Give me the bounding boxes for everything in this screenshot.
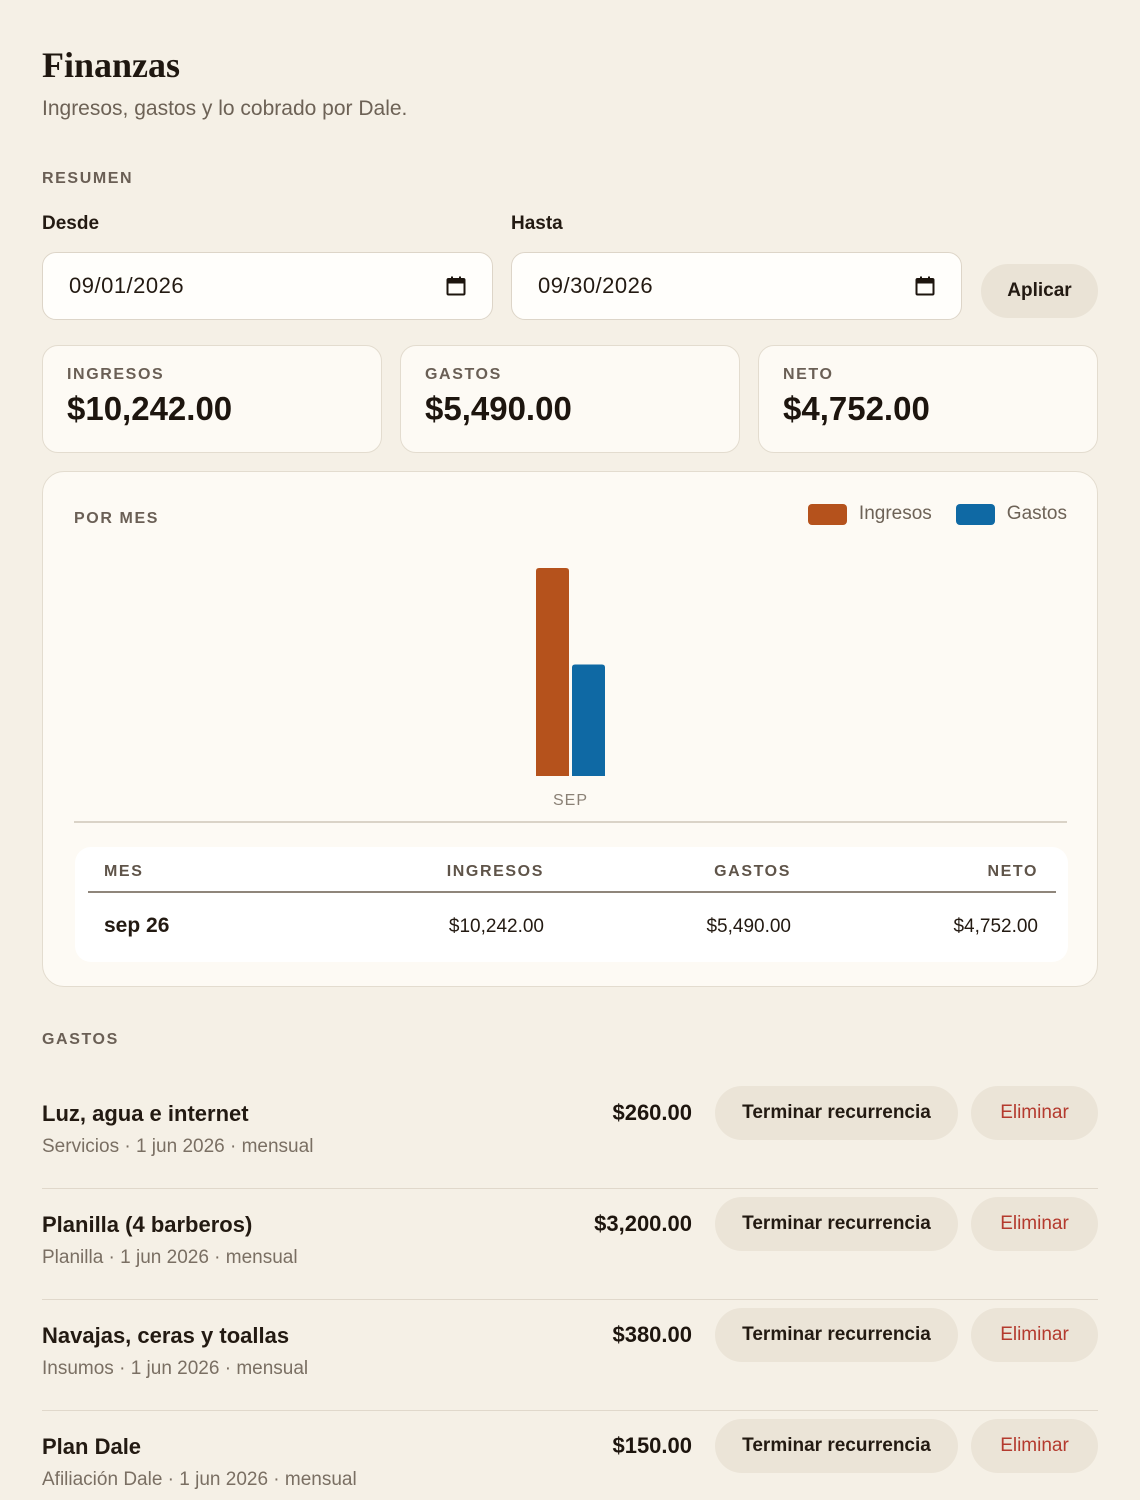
summary-section-label: RESUMEN: [42, 170, 134, 187]
expense-name: Planilla (4 barberos): [42, 1212, 253, 1237]
table-cell-month: sep 26: [104, 914, 170, 937]
net-card: NETO $4,752.00: [758, 345, 1098, 453]
chart-title: POR MES: [74, 510, 159, 527]
expense-amount: $3,200.00: [594, 1211, 692, 1236]
legend-swatch-gastos: [955, 503, 995, 525]
end-recurrence-button[interactable]: Terminar recurrencia: [715, 1308, 958, 1362]
delete-expense-button[interactable]: Eliminar: [971, 1197, 1098, 1251]
expenses-card-value: $5,490.00: [425, 390, 572, 427]
legend-label-ingresos: Ingresos: [858, 503, 932, 524]
expenses-section-label: GASTOS: [42, 1031, 119, 1048]
delete-expense-button[interactable]: Eliminar: [971, 1419, 1098, 1473]
table-header-month: MES: [104, 863, 144, 880]
apply-button[interactable]: Aplicar: [981, 264, 1098, 318]
expense-name: Navajas, ceras y toallas: [42, 1323, 290, 1348]
monthly-table: MES INGRESOS GASTOS NETO sep 26 $10,242.…: [75, 847, 1068, 962]
net-card-value: $4,752.00: [783, 390, 930, 427]
table-cell-expenses: $5,490.00: [706, 916, 791, 937]
expense-row: Planilla (4 barberos) Planilla · 1 jun 2…: [42, 1189, 1098, 1300]
expense-meta: Insumos · 1 jun 2026 · mensual: [42, 1358, 309, 1379]
end-recurrence-button[interactable]: Terminar recurrencia: [715, 1197, 958, 1251]
page-title: Finanzas: [42, 45, 181, 85]
table-header-income: INGRESOS: [446, 863, 544, 880]
expense-meta: Planilla · 1 jun 2026 · mensual: [42, 1247, 298, 1268]
table-header-expenses: GASTOS: [714, 863, 791, 880]
bar-gastos-sep: [572, 664, 605, 776]
expense-amount: $260.00: [612, 1100, 692, 1125]
expense-name: Plan Dale: [42, 1434, 142, 1459]
to-date-input[interactable]: 09/30/2026: [511, 252, 962, 320]
end-recurrence-button[interactable]: Terminar recurrencia: [715, 1419, 958, 1473]
expense-row: Luz, agua e internet Servicios · 1 jun 2…: [42, 1078, 1098, 1189]
calendar-icon[interactable]: [915, 276, 935, 296]
expenses-card-label: GASTOS: [425, 366, 502, 383]
table-cell-net: $4,752.00: [953, 916, 1038, 937]
legend-item-gastos: Gastos: [955, 503, 1067, 525]
delete-expense-button[interactable]: Eliminar: [971, 1308, 1098, 1362]
calendar-icon[interactable]: [446, 276, 466, 296]
to-label: Hasta: [511, 213, 563, 234]
expenses-card: GASTOS $5,490.00: [400, 345, 740, 453]
expense-meta: Servicios · 1 jun 2026 · mensual: [42, 1136, 314, 1157]
to-date-value: 09/30/2026: [538, 273, 654, 298]
monthly-chart-card: SEP POR MES Ingresos Gastos MES INGRESOS…: [42, 471, 1098, 987]
legend-label-gastos: Gastos: [1006, 503, 1067, 524]
chart-legend: Ingresos Gastos: [784, 503, 1067, 525]
income-card-value: $10,242.00: [67, 390, 233, 427]
expense-amount: $150.00: [612, 1433, 692, 1458]
expense-amount: $380.00: [612, 1322, 692, 1347]
from-date-input[interactable]: 09/01/2026: [42, 252, 493, 320]
expense-row: Plan Dale Afiliación Dale · 1 jun 2026 ·…: [42, 1411, 1098, 1500]
page-subtitle: Ingresos, gastos y lo cobrado por Dale.: [42, 97, 408, 120]
income-card: INGRESOS $10,242.00: [42, 345, 382, 453]
income-card-label: INGRESOS: [67, 366, 165, 383]
table-cell-income: $10,242.00: [448, 916, 544, 937]
legend-swatch-ingresos: [807, 503, 847, 525]
expense-meta: Afiliación Dale · 1 jun 2026 · mensual: [42, 1469, 357, 1490]
from-label: Desde: [42, 213, 100, 234]
delete-expense-button[interactable]: Eliminar: [971, 1086, 1098, 1140]
expense-name: Luz, agua e internet: [42, 1101, 249, 1126]
bar-ingresos-sep: [536, 568, 569, 776]
net-card-label: NETO: [783, 366, 834, 383]
end-recurrence-button[interactable]: Terminar recurrencia: [715, 1086, 958, 1140]
from-date-value: 09/01/2026: [69, 273, 185, 298]
legend-item-ingresos: Ingresos: [807, 503, 932, 525]
x-tick-label: SEP: [553, 792, 588, 809]
table-header-net: NETO: [987, 863, 1038, 880]
table-header-divider: [88, 891, 1056, 893]
expense-row: Navajas, ceras y toallas Insumos · 1 jun…: [42, 1300, 1098, 1411]
monthly-bar-chart: SEP: [74, 568, 1067, 823]
